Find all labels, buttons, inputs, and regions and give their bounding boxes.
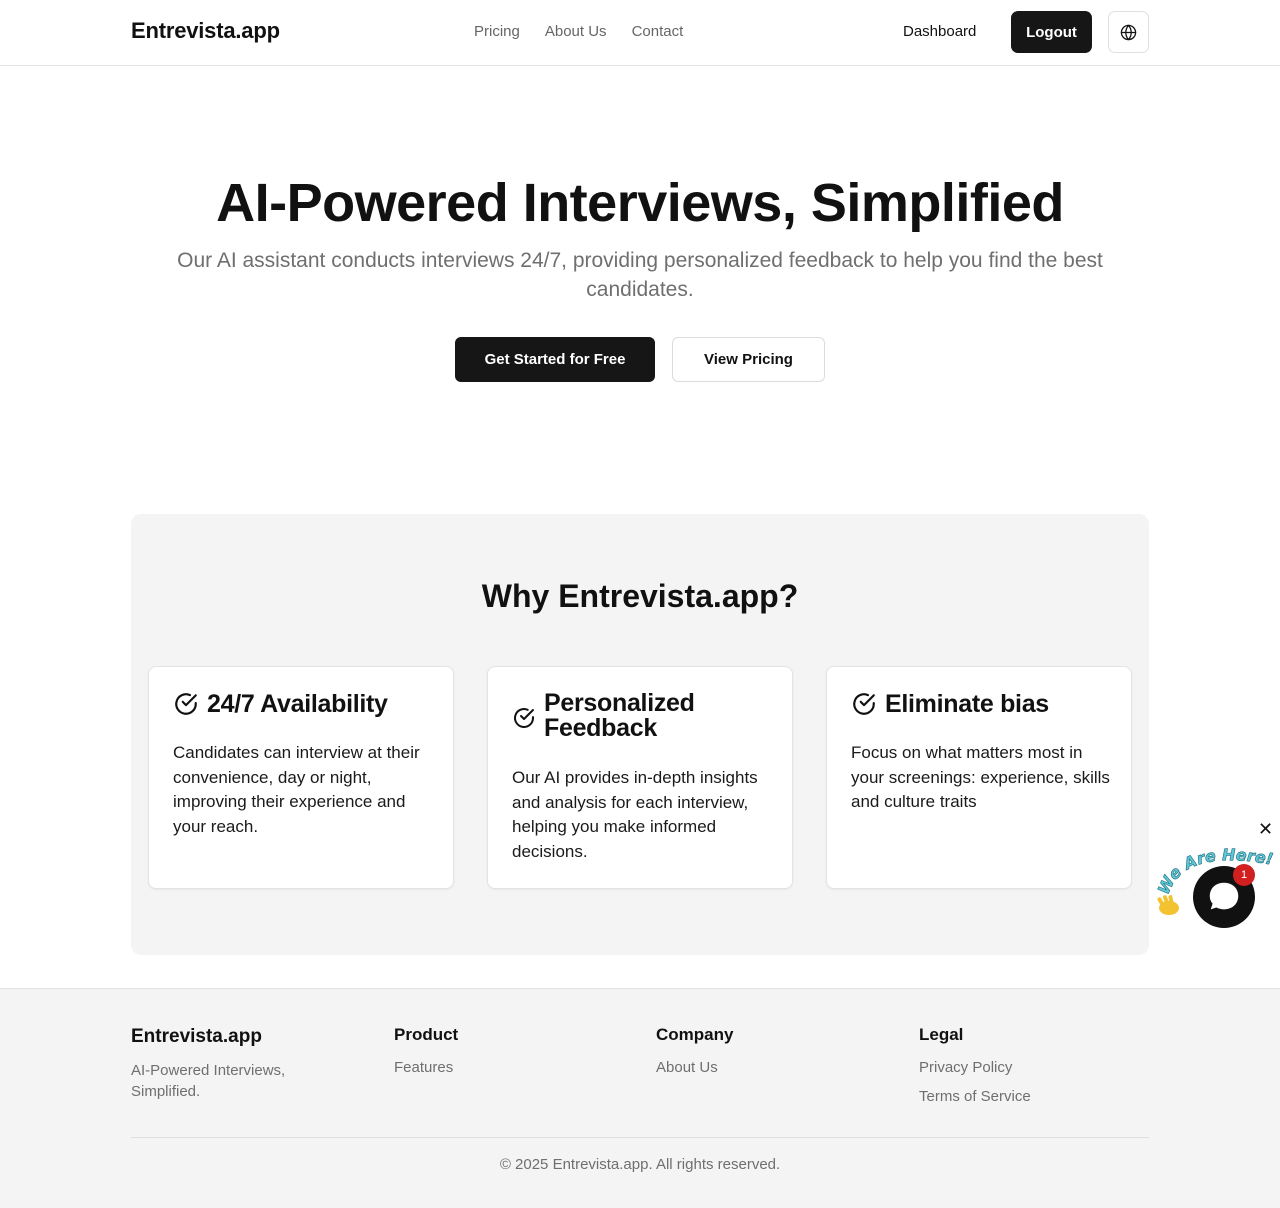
- hero-subtitle: Our AI assistant conducts interviews 24/…: [177, 249, 1103, 301]
- dashboard-link[interactable]: Dashboard: [903, 23, 976, 40]
- language-button[interactable]: [1108, 11, 1149, 53]
- globe-icon: [1120, 24, 1137, 40]
- feature-card-title: Eliminate bias: [885, 689, 1049, 718]
- feature-card-feedback: Personalized Feedback Our AI provides in…: [487, 666, 793, 889]
- main-nav: Pricing About Us Contact: [474, 23, 683, 40]
- notification-badge: 1: [1233, 864, 1255, 886]
- nav-pricing-link[interactable]: Pricing: [474, 23, 520, 40]
- footer-heading: Legal: [919, 1025, 964, 1044]
- feature-card-bias: Eliminate bias Focus on what matters mos…: [826, 666, 1132, 889]
- footer-link-privacy[interactable]: Privacy Policy: [919, 1057, 1031, 1078]
- top-navbar: Entrevista.app Pricing About Us Contact …: [0, 0, 1280, 66]
- brand-logo[interactable]: Entrevista.app: [131, 18, 280, 44]
- why-section: Why Entrevista.app? 24/7 Availability Ca…: [131, 514, 1149, 955]
- feature-card-title: Personalized Feedback: [544, 689, 695, 742]
- footer-heading: Company: [656, 1025, 734, 1044]
- feature-card-availability: 24/7 Availability Candidates can intervi…: [148, 666, 454, 889]
- get-started-button[interactable]: Get Started for Free: [455, 337, 655, 382]
- feature-card-text: Focus on what matters most in your scree…: [851, 743, 1110, 812]
- footer-link-terms[interactable]: Terms of Service: [919, 1086, 1031, 1107]
- feature-card-text: Our AI provides in-depth insights and an…: [512, 768, 758, 861]
- footer-column-product: Product Features: [394, 1025, 458, 1086]
- footer-brand[interactable]: Entrevista.app: [131, 1026, 262, 1048]
- why-title: Why Entrevista.app?: [481, 578, 799, 614]
- copyright-text: © 2025 Entrevista.app. All rights reserv…: [499, 1156, 781, 1173]
- footer-tagline: AI-Powered Interviews, Simplified.: [131, 1062, 286, 1100]
- footer-link-features[interactable]: Features: [394, 1057, 458, 1078]
- feature-card-text: Candidates can interview at their conven…: [173, 743, 420, 836]
- check-circle-icon: [175, 693, 197, 715]
- hero-title: AI-Powered Interviews, Simplified: [216, 173, 1064, 233]
- footer-heading: Product: [394, 1025, 459, 1044]
- nav-about-link[interactable]: About Us: [545, 23, 607, 40]
- feature-card-header: Personalized Feedback: [512, 691, 724, 741]
- footer-column-legal: Legal Privacy Policy Terms of Service: [919, 1025, 1031, 1115]
- check-circle-icon: [514, 707, 534, 728]
- logout-button[interactable]: Logout: [1011, 11, 1092, 53]
- feature-card-header: 24/7 Availability: [173, 691, 388, 717]
- view-pricing-button[interactable]: View Pricing: [672, 337, 825, 382]
- footer-link-about[interactable]: About Us: [656, 1057, 733, 1078]
- footer-divider: [131, 1137, 1149, 1138]
- nav-contact-link[interactable]: Contact: [632, 23, 684, 40]
- feature-card-header: Eliminate bias: [851, 691, 1049, 717]
- waving-hand-icon: [1157, 895, 1179, 915]
- check-circle-icon: [853, 693, 875, 715]
- feature-card-title: 24/7 Availability: [207, 689, 388, 718]
- site-footer: Entrevista.app AI-Powered Interviews, Si…: [0, 988, 1280, 1208]
- footer-column-company: Company About Us: [656, 1025, 733, 1086]
